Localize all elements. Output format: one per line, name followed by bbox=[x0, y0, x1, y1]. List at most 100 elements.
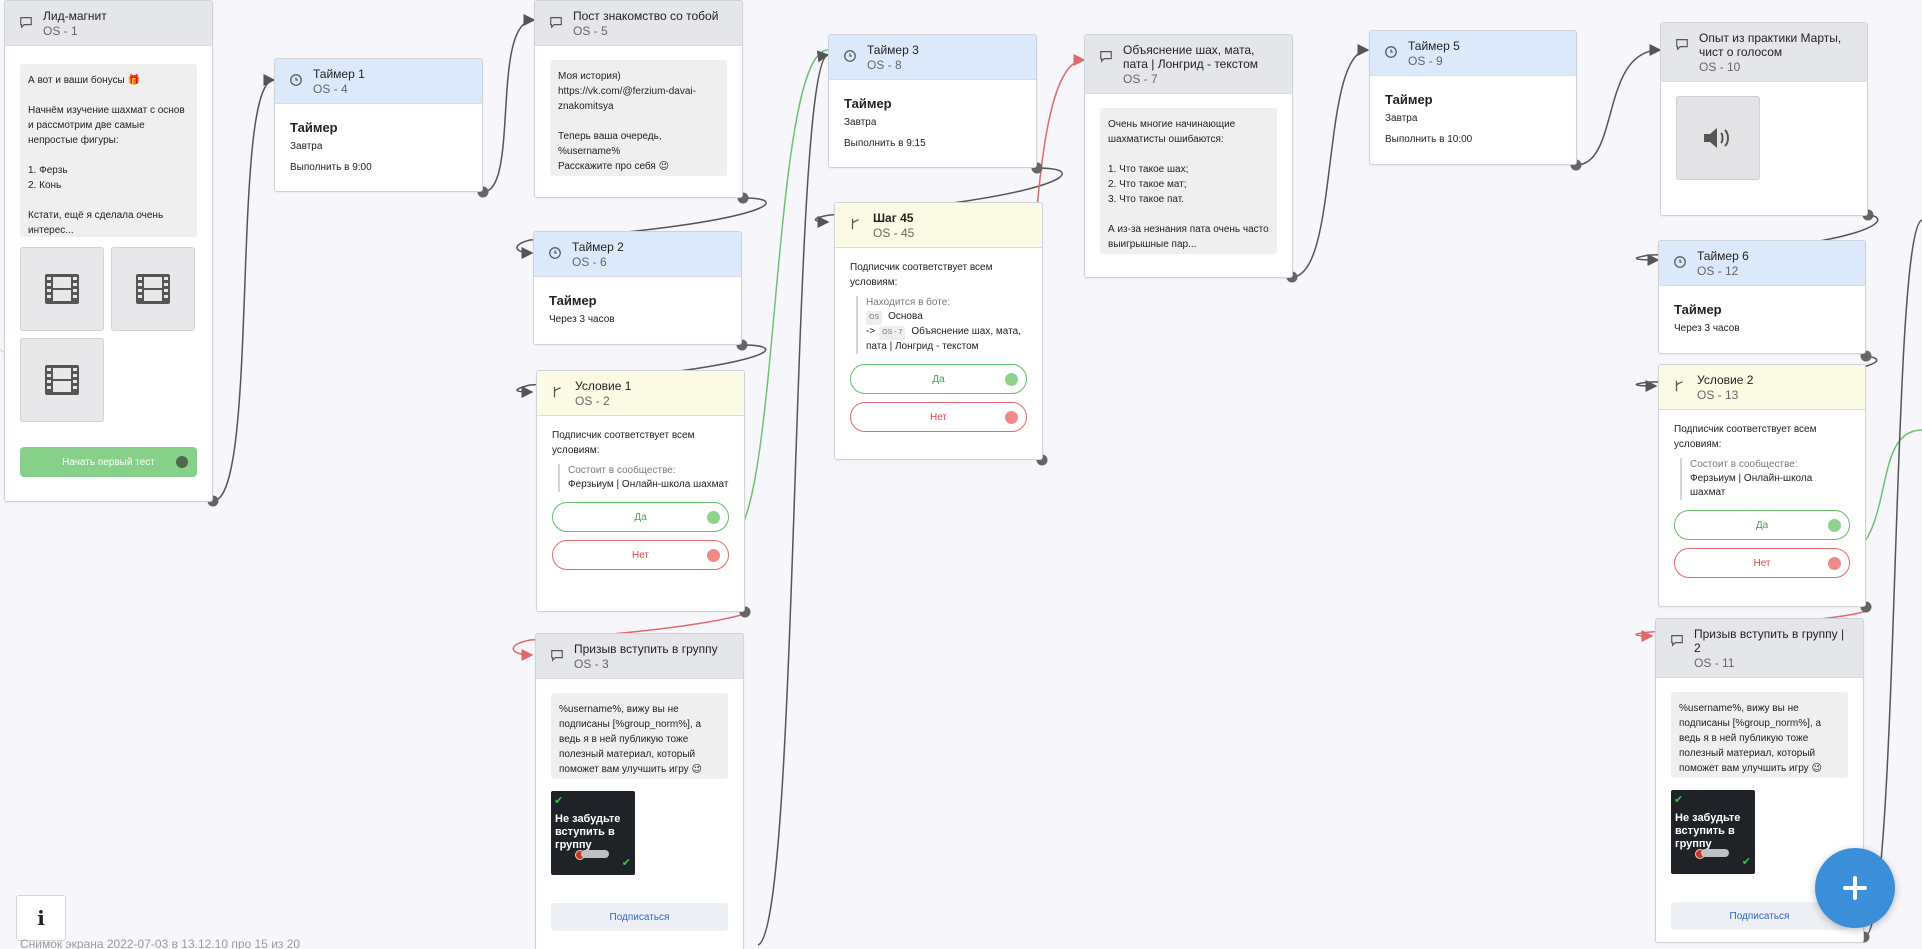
condition-text: Подписчик соответствует всем условиям: bbox=[1674, 424, 1817, 450]
timer-delay: Завтра bbox=[290, 141, 323, 152]
rule-value: Ферзьиум | Онлайн-школа шахмат bbox=[568, 479, 729, 490]
no-label: Нет bbox=[631, 549, 650, 561]
node-id: OS - 11 bbox=[1694, 656, 1735, 670]
condition-text: Подписчик соответствует всем условиям: bbox=[552, 430, 695, 456]
node-id: OS - 9 bbox=[1408, 54, 1443, 68]
node-header: Пост знакомство со тобой OS - 5 bbox=[535, 1, 742, 46]
no-branch[interactable]: Нет bbox=[552, 540, 729, 570]
video-attachment[interactable] bbox=[111, 247, 195, 331]
no-branch[interactable]: Нет bbox=[1674, 548, 1850, 578]
node-title: Шаг 45 bbox=[873, 211, 914, 225]
button-label: Подписаться bbox=[609, 911, 670, 923]
yes-branch[interactable]: Да bbox=[1674, 510, 1850, 540]
condition-rule: Находится в боте: OS Основа -> OS - 7 Объяс… bbox=[856, 296, 1027, 354]
check-icon: ✔ bbox=[554, 795, 564, 807]
node-lead-magnet[interactable]: Лид-магнит OS - 1 А вот и ваши бонусы 🎁 … bbox=[4, 0, 213, 502]
image-attachment[interactable]: ✔ Не забудьте вступить в группу ✔ bbox=[1671, 790, 1755, 874]
no-branch[interactable]: Нет bbox=[850, 402, 1027, 432]
message-icon bbox=[1676, 39, 1688, 51]
node-call-to-join[interactable]: Призыв вступить в группу OS - 3 %usernam… bbox=[535, 633, 744, 949]
output-port[interactable] bbox=[176, 456, 188, 468]
branch-icon bbox=[1675, 380, 1683, 392]
rule-value: Ферзьиум | Онлайн-школа шахмат bbox=[1690, 473, 1813, 498]
rule-label: Состоит в сообществе: bbox=[1690, 459, 1798, 470]
timer-heading: Таймер bbox=[844, 96, 892, 111]
check-icon: ✔ bbox=[1741, 856, 1751, 868]
media-attachments bbox=[20, 247, 197, 422]
no-port[interactable] bbox=[1828, 557, 1841, 570]
node-timer-3[interactable]: Таймер 3 OS - 8 Таймер Завтра Выполнить … bbox=[828, 34, 1037, 168]
node-id: OS - 7 bbox=[1123, 72, 1158, 86]
node-header: Опыт из практики Марты, чист о голосом O… bbox=[1661, 23, 1867, 82]
yes-port[interactable] bbox=[1828, 519, 1841, 532]
info-icon: i bbox=[37, 906, 45, 930]
flow-canvas[interactable]: Лид-магнит OS - 1 А вот и ваши бонусы 🎁 … bbox=[0, 0, 1922, 949]
node-timer-5[interactable]: Таймер 5 OS - 9 Таймер Завтра Выполнить … bbox=[1369, 30, 1577, 165]
node-title: Условие 2 bbox=[1697, 373, 1754, 387]
node-id: OS - 5 bbox=[573, 24, 608, 38]
node-id: OS - 10 bbox=[1699, 60, 1741, 74]
node-id: OS - 45 bbox=[873, 226, 915, 240]
video-attachment[interactable] bbox=[20, 247, 104, 331]
rule-label: Находится в боте: bbox=[866, 297, 951, 308]
timer-delay: Через 3 часов bbox=[549, 314, 615, 325]
rule-value-2: -> OS - 7 Объяснение шах, мата, пата | Лон… bbox=[866, 325, 1027, 354]
node-title: Призыв вступить в группу | 2 bbox=[1694, 627, 1845, 655]
yes-label: Да bbox=[634, 511, 647, 523]
node-title: Пост знакомство со тобой bbox=[573, 9, 719, 23]
node-title: Таймер 3 bbox=[867, 43, 919, 57]
node-header: Призыв вступить в группу OS - 3 bbox=[536, 634, 743, 679]
yes-branch[interactable]: Да bbox=[552, 502, 729, 532]
timer-delay: Через 3 часов bbox=[1674, 323, 1740, 334]
no-port[interactable] bbox=[707, 549, 720, 562]
node-timer-6[interactable]: Таймер 6 OS - 12 Таймер Через 3 часов bbox=[1658, 240, 1866, 354]
check-icon: ✔ bbox=[1674, 794, 1684, 806]
node-step-45[interactable]: Шаг 45 OS - 45 Подписчик соответствует в… bbox=[834, 202, 1043, 460]
node-title: Призыв вступить в группу bbox=[574, 642, 718, 656]
node-timer-1[interactable]: Таймер 1 OS - 4 Таймер Завтра Выполнить … bbox=[274, 58, 483, 192]
badge-bar bbox=[581, 850, 609, 858]
check-icon: ✔ bbox=[621, 857, 631, 869]
yes-label: Да bbox=[1755, 519, 1769, 531]
node-timer-2[interactable]: Таймер 2 OS - 6 Таймер Через 3 часов bbox=[533, 231, 742, 345]
audio-attachment[interactable] bbox=[1676, 96, 1760, 180]
message-icon bbox=[1671, 635, 1683, 647]
add-node-button[interactable] bbox=[1815, 848, 1895, 928]
subscribe-button[interactable]: Подписаться bbox=[551, 903, 728, 931]
node-title: Опыт из практики Марты, чист о голосом bbox=[1699, 31, 1842, 59]
node-title: Лид-магнит bbox=[43, 9, 107, 23]
image-caption: Не забудьте вступить в группу bbox=[1675, 812, 1741, 850]
condition-rule: Состоит в сообществе: Ферзьиум | Онлайн-… bbox=[558, 464, 729, 492]
timer-delay: Завтра bbox=[1385, 113, 1418, 124]
node-header: Условие 2 OS - 13 bbox=[1659, 365, 1865, 410]
timer-exec-time: Выполнить в 9:00 bbox=[290, 162, 372, 173]
node-condition-1[interactable]: Условие 1 OS - 2 Подписчик соответствует… bbox=[536, 370, 745, 612]
clock-icon bbox=[549, 247, 561, 259]
yes-port[interactable] bbox=[1005, 373, 1018, 386]
node-practice-audio[interactable]: Опыт из практики Марты, чист о голосом O… bbox=[1660, 22, 1868, 216]
node-post-intro[interactable]: Пост знакомство со тобой OS - 5 Моя исто… bbox=[534, 0, 743, 198]
image-caption: Не забудьте вступить в группу bbox=[555, 813, 621, 851]
clock-icon bbox=[1385, 46, 1397, 58]
timer-delay: Завтра bbox=[844, 117, 877, 128]
clock-icon bbox=[1674, 256, 1686, 268]
start-test-button[interactable]: Начать первый тест bbox=[20, 447, 197, 477]
timer-exec-time: Выполнить в 9:15 bbox=[844, 138, 926, 149]
node-condition-2[interactable]: Условие 2 OS - 13 Подписчик соответствуе… bbox=[1658, 364, 1866, 607]
audio-icon bbox=[1704, 128, 1729, 148]
yes-port[interactable] bbox=[707, 511, 720, 524]
os-chip: OS bbox=[866, 311, 883, 325]
image-attachment[interactable]: ✔ Не забудьте вступить в группу ✔ bbox=[551, 791, 635, 875]
node-header: Условие 1 OS - 2 bbox=[537, 371, 744, 416]
info-button[interactable]: i bbox=[16, 895, 66, 941]
video-attachment[interactable] bbox=[20, 338, 104, 422]
no-port[interactable] bbox=[1005, 411, 1018, 424]
button-label: Начать первый тест bbox=[62, 456, 155, 468]
button-label: Подписаться bbox=[1729, 910, 1790, 922]
node-title: Таймер 1 bbox=[313, 67, 365, 81]
branch-icon bbox=[553, 386, 561, 398]
timer-exec-time: Выполнить в 10:00 bbox=[1385, 134, 1473, 145]
node-header: Таймер 6 OS - 12 bbox=[1659, 241, 1865, 286]
yes-branch[interactable]: Да bbox=[850, 364, 1027, 394]
node-explain-longread[interactable]: Объяснение шах, мата, пата | Лонгрид - т… bbox=[1084, 34, 1293, 278]
